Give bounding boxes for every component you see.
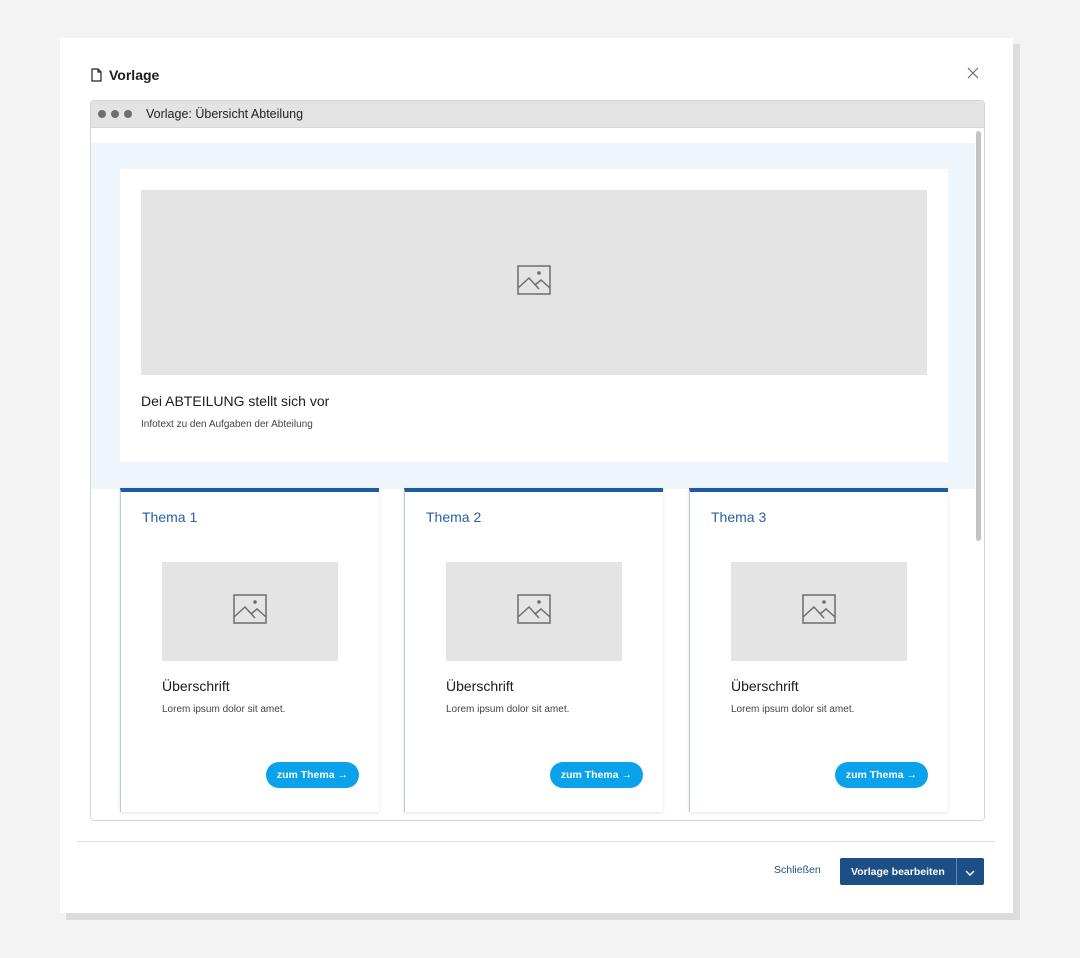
topic-text: Lorem ipsum dolor sit amet. — [731, 704, 855, 715]
scrollbar-thumb[interactable] — [976, 131, 981, 541]
topic-card-1: Thema 1 Überschrift Lorem ipsum dolor si… — [120, 488, 379, 812]
chevron-down-icon — [965, 863, 975, 881]
template-modal: Vorlage Vorlage: Übersicht Abteilung Dei… — [60, 38, 1013, 913]
topic-image-placeholder — [162, 562, 338, 661]
topic-text: Lorem ipsum dolor sit amet. — [162, 704, 286, 715]
modal-title-wrap: Vorlage — [90, 67, 159, 83]
edit-template-split-button: Vorlage bearbeiten — [840, 858, 984, 885]
close-link-button[interactable]: Schließen — [774, 864, 821, 876]
topic-card-3: Thema 3 Überschrift Lorem ipsum dolor si… — [689, 488, 948, 812]
preview-viewport[interactable]: Dei ABTEILUNG stellt sich vor Infotext z… — [91, 128, 984, 820]
topic-image-placeholder — [731, 562, 907, 661]
image-icon — [517, 594, 551, 629]
topic-text: Lorem ipsum dolor sit amet. — [446, 704, 570, 715]
footer-divider — [77, 841, 995, 842]
close-icon — [967, 66, 979, 84]
scrollbar[interactable] — [975, 128, 983, 820]
image-icon — [233, 594, 267, 629]
close-button[interactable] — [963, 65, 983, 85]
window-dot — [111, 110, 119, 118]
edit-template-button[interactable]: Vorlage bearbeiten — [840, 858, 956, 885]
to-topic-button[interactable]: zum Thema → — [549, 762, 643, 788]
window-dot — [124, 110, 132, 118]
split-dropdown-button[interactable] — [956, 858, 984, 885]
hero-card: Dei ABTEILUNG stellt sich vor Infotext z… — [120, 169, 948, 462]
window-dots — [98, 110, 132, 118]
to-topic-button[interactable]: zum Thema → — [265, 762, 359, 788]
template-preview-window: Vorlage: Übersicht Abteilung Dei ABTEILU… — [90, 100, 985, 821]
hero-text: Infotext zu den Aufgaben der Abteilung — [141, 419, 313, 430]
topic-heading: Überschrift — [731, 678, 799, 694]
topic-title: Thema 2 — [426, 509, 482, 525]
window-dot — [98, 110, 106, 118]
topic-card-2: Thema 2 Überschrift Lorem ipsum dolor si… — [404, 488, 663, 812]
topic-title: Thema 1 — [142, 509, 198, 525]
topic-image-placeholder — [446, 562, 622, 661]
modal-header: Vorlage — [90, 64, 983, 86]
preview-title: Vorlage: Übersicht Abteilung — [146, 107, 304, 121]
document-icon — [90, 68, 103, 82]
modal-title: Vorlage — [109, 67, 160, 83]
hero-section: Dei ABTEILUNG stellt sich vor Infotext z… — [91, 143, 975, 489]
hero-title: Dei ABTEILUNG stellt sich vor — [141, 393, 330, 409]
topic-title: Thema 3 — [711, 509, 767, 525]
hero-image-placeholder — [141, 190, 927, 375]
image-icon — [517, 265, 551, 300]
topic-heading: Überschrift — [446, 678, 514, 694]
image-icon — [802, 594, 836, 629]
browser-title-bar: Vorlage: Übersicht Abteilung — [91, 101, 984, 128]
to-topic-button[interactable]: zum Thema → — [834, 762, 928, 788]
topic-heading: Überschrift — [162, 678, 230, 694]
